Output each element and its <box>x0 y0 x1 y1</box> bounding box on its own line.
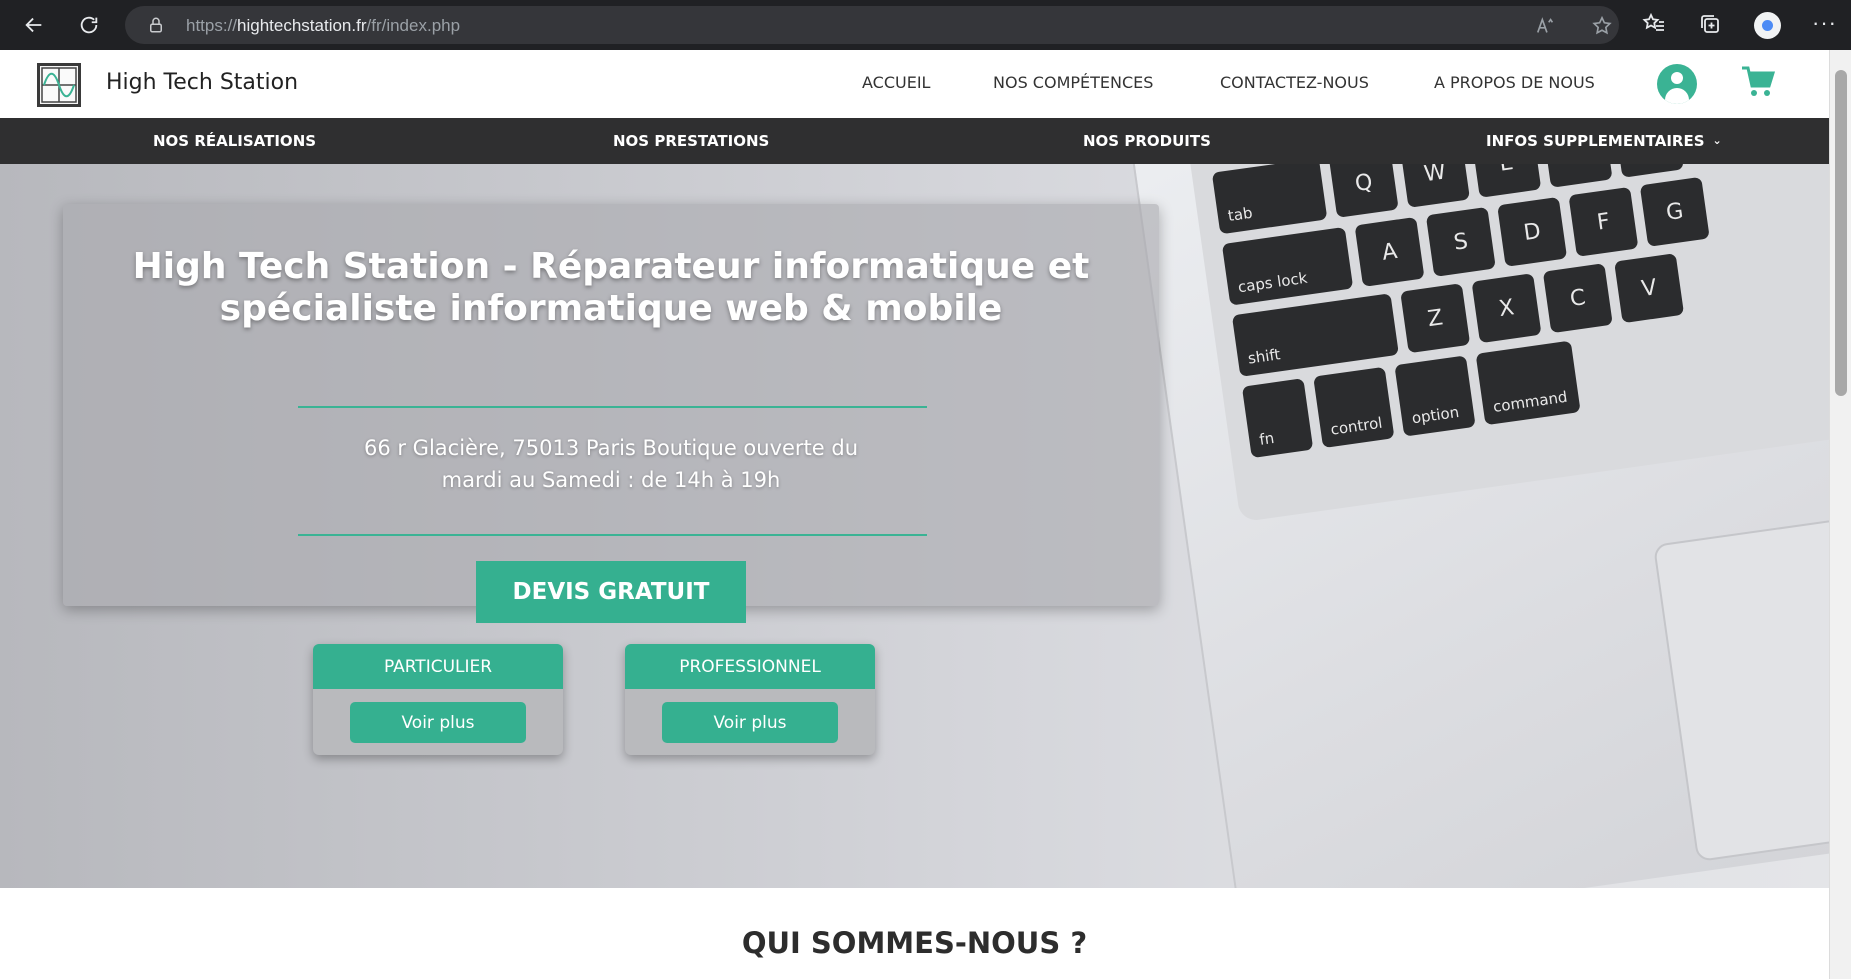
key: option <box>1394 355 1476 437</box>
subnav-infos[interactable]: INFOS SUPPLEMENTAIRES ⌄ <box>1486 132 1722 150</box>
url-domain: hightechstation.fr <box>237 16 367 35</box>
key: R <box>1542 164 1613 188</box>
site-name[interactable]: High Tech Station <box>106 70 298 95</box>
favorites-icon[interactable] <box>1642 12 1668 38</box>
key: Q <box>1328 164 1399 218</box>
hero-section: ~ 1 2 tab Q W E R T caps lock A S D F G … <box>0 164 1829 888</box>
key: X <box>1471 273 1542 344</box>
key: G <box>1639 176 1710 247</box>
url-path: /fr/index.php <box>366 16 461 35</box>
address-bar[interactable]: https://hightechstation.fr/fr/index.php <box>125 6 1619 44</box>
about-section-title: QUI SOMMES-NOUS ? <box>741 926 1088 960</box>
hero-divider-top <box>298 406 927 408</box>
key: S <box>1425 206 1496 277</box>
lock-icon[interactable] <box>147 16 165 34</box>
subnav-realisations[interactable]: NOS RÉALISATIONS <box>153 132 316 150</box>
page-scrollbar[interactable] <box>1829 50 1851 979</box>
reload-icon[interactable] <box>71 7 107 43</box>
key: A <box>1354 216 1425 287</box>
subnav-prestations[interactable]: NOS PRESTATIONS <box>613 132 769 150</box>
favorite-add-icon[interactable] <box>1591 15 1613 37</box>
subnav-infos-label: INFOS SUPPLEMENTAIRES <box>1486 132 1705 150</box>
free-quote-button[interactable]: DEVIS GRATUIT <box>476 561 746 623</box>
url-text[interactable]: https://hightechstation.fr/fr/index.php <box>186 16 460 36</box>
nav-accueil[interactable]: ACCUEIL <box>862 73 930 92</box>
keyboard-image: ~ 1 2 tab Q W E R T caps lock A S D F G … <box>1186 164 1829 523</box>
shopping-cart-icon[interactable] <box>1740 63 1776 99</box>
key: C <box>1542 263 1613 334</box>
trackpad-image <box>1652 514 1829 863</box>
site-logo[interactable] <box>37 63 81 107</box>
hero-divider-bottom <box>298 534 927 536</box>
key: shift <box>1231 293 1399 377</box>
read-aloud-icon[interactable] <box>1535 15 1557 37</box>
hero-title-line1: High Tech Station - Réparateur informati… <box>132 246 1090 287</box>
key: caps lock <box>1221 226 1354 306</box>
key: F <box>1568 186 1639 257</box>
hero-title-line2: spécialiste informatique web & mobile <box>219 288 1003 329</box>
more-options-icon[interactable]: ··· <box>1812 10 1837 36</box>
key: V <box>1614 253 1685 324</box>
key: fn <box>1241 378 1314 459</box>
secondary-nav: NOS RÉALISATIONS NOS PRESTATIONS NOS PRO… <box>0 118 1829 164</box>
chevron-down-icon: ⌄ <box>1712 134 1722 147</box>
nav-contact[interactable]: CONTACTEZ-NOUS <box>1220 73 1369 92</box>
key: command <box>1475 340 1581 426</box>
nav-competences[interactable]: NOS COMPÉTENCES <box>993 73 1153 92</box>
hero-card: High Tech Station - Réparateur informati… <box>63 204 1159 623</box>
address-line1: 66 r Glacière, 75013 Paris Boutique ouve… <box>363 436 859 460</box>
user-account-icon[interactable] <box>1657 64 1697 104</box>
key: E <box>1471 164 1542 198</box>
hero-address: 66 r Glacière, 75013 Paris Boutique ouve… <box>361 432 861 496</box>
key: Z <box>1400 283 1471 354</box>
professionnel-more-button[interactable]: Voir plus <box>662 702 838 743</box>
url-scheme: https:// <box>186 16 238 35</box>
back-arrow-icon[interactable] <box>16 7 52 43</box>
scrollbar-thumb[interactable] <box>1835 70 1847 396</box>
browser-toolbar: https://hightechstation.fr/fr/index.php … <box>0 0 1851 50</box>
nav-about[interactable]: A PROPOS DE NOUS <box>1434 73 1595 92</box>
key: D <box>1497 196 1568 267</box>
collections-icon[interactable] <box>1698 12 1724 38</box>
particulier-card: PARTICULIER Voir plus <box>313 644 563 755</box>
about-section: QUI SOMMES-NOUS ? <box>0 888 1829 979</box>
key: tab <box>1211 164 1328 235</box>
browser-profile-avatar[interactable] <box>1754 12 1781 39</box>
key: W <box>1399 164 1470 208</box>
particulier-title: PARTICULIER <box>313 644 563 689</box>
professionnel-title: PROFESSIONNEL <box>625 644 875 689</box>
address-line2: mardi au Samedi : de 14h à 19h <box>441 468 781 492</box>
site-header: High Tech Station ACCUEIL NOS COMPÉTENCE… <box>0 50 1829 118</box>
subnav-produits[interactable]: NOS PRODUITS <box>1083 132 1211 150</box>
key: T <box>1613 164 1684 178</box>
key: control <box>1313 366 1395 449</box>
hero-title: High Tech Station - Réparateur informati… <box>63 246 1159 330</box>
professionnel-card: PROFESSIONNEL Voir plus <box>625 644 875 755</box>
laptop-background-image: ~ 1 2 tab Q W E R T caps lock A S D F G … <box>1130 164 1829 888</box>
particulier-more-button[interactable]: Voir plus <box>350 702 526 743</box>
